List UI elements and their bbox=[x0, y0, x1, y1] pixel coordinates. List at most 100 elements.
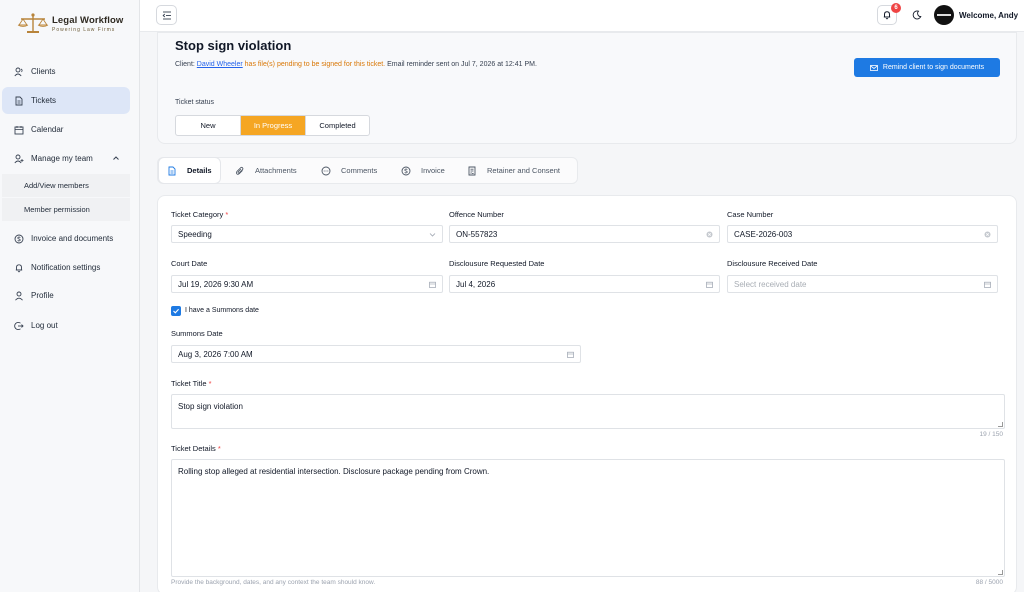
ticket-category-label: Ticket Category * bbox=[171, 210, 229, 219]
sidebar: Legal Workflow Powering Law Firms Client… bbox=[0, 0, 140, 592]
summons-date-picker[interactable]: Aug 3, 2026 7:00 AM bbox=[171, 345, 581, 363]
case-number-value: CASE-2026-003 bbox=[734, 229, 793, 239]
bell-icon bbox=[14, 263, 24, 273]
client-status-line: Client: David Wheeler has file(s) pendin… bbox=[175, 61, 537, 68]
paperclip-icon bbox=[235, 166, 244, 175]
sidebar-item-label: Profile bbox=[31, 291, 54, 300]
ticket-status-label: Ticket status bbox=[175, 99, 215, 106]
sidebar-subitem-add-view-members[interactable]: Add/View members bbox=[2, 174, 130, 197]
brand-logo[interactable]: Legal Workflow Powering Law Firms bbox=[16, 11, 126, 37]
offence-number-label: Offence Number bbox=[449, 210, 504, 219]
tab-label: Attachments bbox=[255, 166, 297, 175]
tab-label: Invoice bbox=[421, 166, 445, 175]
remind-button-label: Remind client to sign documents bbox=[882, 64, 985, 71]
resize-handle[interactable] bbox=[998, 422, 1003, 427]
status-option-completed[interactable]: Completed bbox=[305, 116, 369, 135]
sidebar-item-clients[interactable]: Clients bbox=[2, 58, 130, 85]
disclosure-requested-date-picker[interactable]: Jul 4, 2026 bbox=[449, 275, 720, 293]
comment-icon bbox=[321, 166, 331, 175]
sidebar-item-logout[interactable]: Log out bbox=[2, 312, 130, 339]
sidebar-subitem-label: Member permission bbox=[24, 205, 90, 214]
sidebar-item-label: Notification settings bbox=[31, 263, 101, 272]
checkmark-icon bbox=[173, 308, 180, 314]
sidebar-item-profile[interactable]: Profile bbox=[2, 282, 130, 309]
sidebar-item-notification-settings[interactable]: Notification settings bbox=[2, 254, 130, 281]
sidebar-item-label: Log out bbox=[31, 321, 58, 330]
case-number-input[interactable]: CASE-2026-003 bbox=[727, 225, 998, 243]
ticket-details-label: Ticket Details * bbox=[171, 444, 221, 453]
welcome-text: Welcome, Andy bbox=[959, 11, 1019, 20]
clear-icon[interactable] bbox=[706, 231, 713, 238]
ticket-status-selector: New In Progress Completed bbox=[175, 115, 370, 136]
calendar-icon bbox=[14, 125, 24, 135]
ticket-details-value: Rolling stop alleged at residential inte… bbox=[178, 467, 490, 476]
avatar[interactable] bbox=[934, 5, 954, 25]
tab-label: Details bbox=[187, 166, 212, 175]
offence-number-input[interactable]: ON-557823 bbox=[449, 225, 720, 243]
sidebar-item-label: Invoice and documents bbox=[31, 234, 114, 243]
ticket-category-select[interactable]: Speeding bbox=[171, 225, 443, 243]
sidebar-item-invoice-documents[interactable]: Invoice and documents bbox=[2, 225, 130, 252]
sidebar-subitem-member-permission[interactable]: Member permission bbox=[2, 198, 130, 221]
collapse-sidebar-button[interactable] bbox=[156, 5, 177, 25]
sidebar-item-calendar[interactable]: Calendar bbox=[2, 116, 130, 143]
summons-date-label: Summons Date bbox=[171, 329, 223, 338]
theme-toggle-button[interactable] bbox=[911, 8, 923, 22]
disclosure-requested-label: Disclousure Requested Date bbox=[449, 259, 545, 268]
ticket-title-textarea[interactable]: Stop sign violation bbox=[171, 394, 1005, 429]
resize-handle[interactable] bbox=[998, 570, 1003, 575]
status-option-in-progress[interactable]: In Progress bbox=[241, 116, 305, 135]
disclosure-received-date-picker[interactable]: Select received date bbox=[727, 275, 998, 293]
ticket-details-textarea[interactable]: Rolling stop alleged at residential inte… bbox=[171, 459, 1005, 577]
ticket-title-counter: 19 / 150 bbox=[979, 431, 1004, 438]
tab-label: Retainer and Consent bbox=[487, 166, 560, 175]
remind-client-button[interactable]: Remind client to sign documents bbox=[854, 58, 1000, 77]
user-icon bbox=[14, 291, 24, 301]
ticket-details-counter: 88 / 5000 bbox=[975, 579, 1003, 586]
moon-icon bbox=[912, 10, 922, 20]
scales-of-justice-icon bbox=[16, 12, 50, 36]
document-icon bbox=[14, 96, 24, 106]
court-date-value: Jul 19, 2026 9:30 AM bbox=[178, 279, 254, 289]
reminder-text: Email reminder sent on Jul 7, 2026 at 12… bbox=[385, 61, 537, 68]
sidebar-item-tickets[interactable]: Tickets bbox=[2, 87, 130, 114]
mail-icon bbox=[870, 64, 878, 71]
tab-details[interactable]: Details bbox=[159, 158, 220, 183]
tab-comments[interactable]: Comments bbox=[321, 158, 377, 183]
dollar-icon bbox=[401, 166, 411, 175]
logout-icon bbox=[14, 321, 24, 331]
ticket-category-value: Speeding bbox=[178, 229, 212, 239]
ticket-title-label: Ticket Title * bbox=[171, 379, 212, 388]
ticket-header-card: Stop sign violation Client: David Wheele… bbox=[157, 32, 1017, 144]
page-title: Stop sign violation bbox=[175, 38, 292, 53]
tab-invoice[interactable]: Invoice bbox=[401, 158, 445, 183]
client-prefix: Client: bbox=[175, 61, 197, 68]
document-icon bbox=[168, 166, 176, 175]
bell-icon bbox=[883, 11, 891, 20]
ticket-details-form: Ticket Category * Speeding Offence Numbe… bbox=[157, 195, 1017, 592]
calendar-icon bbox=[706, 281, 713, 288]
disclosure-received-label: Disclousure Received Date bbox=[727, 259, 818, 268]
tab-retainer-consent[interactable]: Retainer and Consent bbox=[467, 158, 560, 183]
summons-date-checkbox[interactable] bbox=[171, 306, 181, 316]
disclosure-requested-value: Jul 4, 2026 bbox=[456, 279, 496, 289]
sidebar-item-label: Manage my team bbox=[31, 154, 93, 163]
sidebar-item-label: Tickets bbox=[31, 96, 57, 105]
brand-name: Legal Workflow bbox=[52, 15, 124, 26]
summons-date-value: Aug 3, 2026 7:00 AM bbox=[178, 349, 253, 359]
ticket-tabs: Details Attachments Comments Invoice Ret… bbox=[157, 157, 578, 184]
clear-icon[interactable] bbox=[984, 231, 991, 238]
tab-attachments[interactable]: Attachments bbox=[235, 158, 297, 183]
dollar-icon bbox=[14, 234, 24, 244]
sidebar-item-label: Clients bbox=[31, 67, 56, 76]
status-option-new[interactable]: New bbox=[176, 116, 241, 135]
calendar-icon bbox=[984, 281, 991, 288]
sidebar-item-manage-team[interactable]: Manage my team bbox=[2, 145, 130, 172]
court-date-picker[interactable]: Jul 19, 2026 9:30 AM bbox=[171, 275, 443, 293]
chevron-down-icon bbox=[429, 233, 436, 237]
case-number-label: Case Number bbox=[727, 210, 774, 219]
sidebar-item-label: Calendar bbox=[31, 125, 64, 134]
team-icon bbox=[14, 154, 24, 164]
disclosure-received-placeholder: Select received date bbox=[734, 279, 807, 289]
client-name-link[interactable]: David Wheeler bbox=[197, 61, 243, 68]
